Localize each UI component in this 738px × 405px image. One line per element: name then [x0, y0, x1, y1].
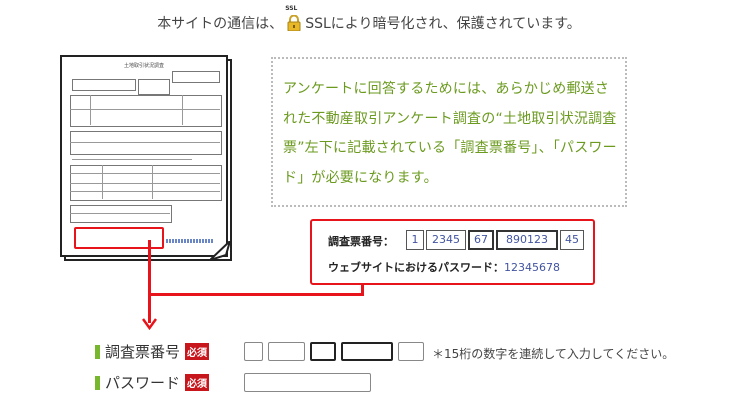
doc-table	[70, 205, 172, 223]
sample-password-value: 12345678	[504, 261, 560, 274]
doc-line	[70, 142, 220, 143]
doc-table	[70, 131, 222, 155]
sample-cell: 2345	[426, 230, 466, 250]
doc-line	[152, 165, 153, 199]
survey-number-field-4[interactable]	[341, 342, 393, 361]
instruction-text: アンケートに回答するためには、あらかじめ郵送された不動産取引アンケート調査の“土…	[283, 81, 617, 186]
barcode-strip	[166, 239, 214, 243]
ssl-notice-text-pre: 本サイトの通信は、	[157, 16, 284, 32]
required-badge: 必須	[185, 343, 209, 360]
paper-front: 土地取引状況調査	[60, 55, 228, 257]
ssl-notice: 本サイトの通信は、 SSL SSLにより暗号化され、保護されています。	[0, 5, 738, 33]
survey-number-field-3[interactable]	[310, 342, 336, 361]
sample-password-line: ウェブサイトにおけるパスワード：12345678	[328, 259, 560, 275]
sample-cell: 1	[406, 230, 424, 250]
doc-box	[172, 71, 220, 83]
password-input[interactable]	[244, 373, 371, 392]
doc-line	[72, 159, 192, 160]
doc-line	[70, 213, 170, 214]
doc-line	[70, 183, 220, 184]
document-title: 土地取引状況調査	[123, 63, 164, 69]
connector-line-vertical	[148, 240, 151, 323]
sample-password-label: ウェブサイトにおけるパスワード：	[328, 261, 504, 274]
lock-icon: SSL	[285, 5, 303, 32]
doc-table	[70, 95, 222, 127]
doc-line	[70, 173, 220, 174]
doc-box	[138, 79, 170, 95]
doc-line	[102, 165, 103, 199]
page-curl-icon	[210, 241, 232, 261]
survey-number-label: 調査票番号	[105, 343, 181, 361]
sample-number-label: 調査票番号：	[328, 235, 394, 248]
doc-box	[72, 79, 136, 91]
required-badge: 必須	[185, 374, 209, 391]
ssl-badge-label: SSL	[285, 5, 298, 12]
sample-cell: 890123	[496, 230, 558, 250]
field-marker	[95, 345, 100, 359]
survey-number-field-1[interactable]	[244, 342, 263, 361]
field-marker	[95, 376, 100, 390]
ssl-notice-text-post: SSLにより暗号化され、保護されています。	[305, 16, 581, 32]
survey-form-illustration: 土地取引状況調査	[60, 55, 232, 261]
instruction-box: アンケートに回答するためには、あらかじめ郵送された不動産取引アンケート調査の“土…	[271, 57, 627, 207]
doc-line	[70, 109, 220, 110]
sample-number-cells: 1 2345 67 890123 45	[406, 230, 586, 250]
doc-line	[182, 95, 183, 125]
sample-code-box: 調査票番号： 1 2345 67 890123 45 ウェブサイトにおけるパスワ…	[310, 219, 595, 285]
doc-line	[70, 191, 220, 192]
doc-line	[90, 95, 91, 125]
arrow-down-icon	[142, 318, 157, 330]
survey-number-note: ＊15桁の数字を連続して入力してください。	[432, 347, 675, 361]
sample-cell: 45	[560, 230, 584, 250]
survey-number-field-2[interactable]	[268, 342, 305, 361]
password-label: パスワード	[105, 374, 181, 392]
sample-cell: 67	[468, 230, 494, 250]
survey-number-field-5[interactable]	[398, 342, 424, 361]
connector-line-horizontal	[148, 293, 363, 296]
